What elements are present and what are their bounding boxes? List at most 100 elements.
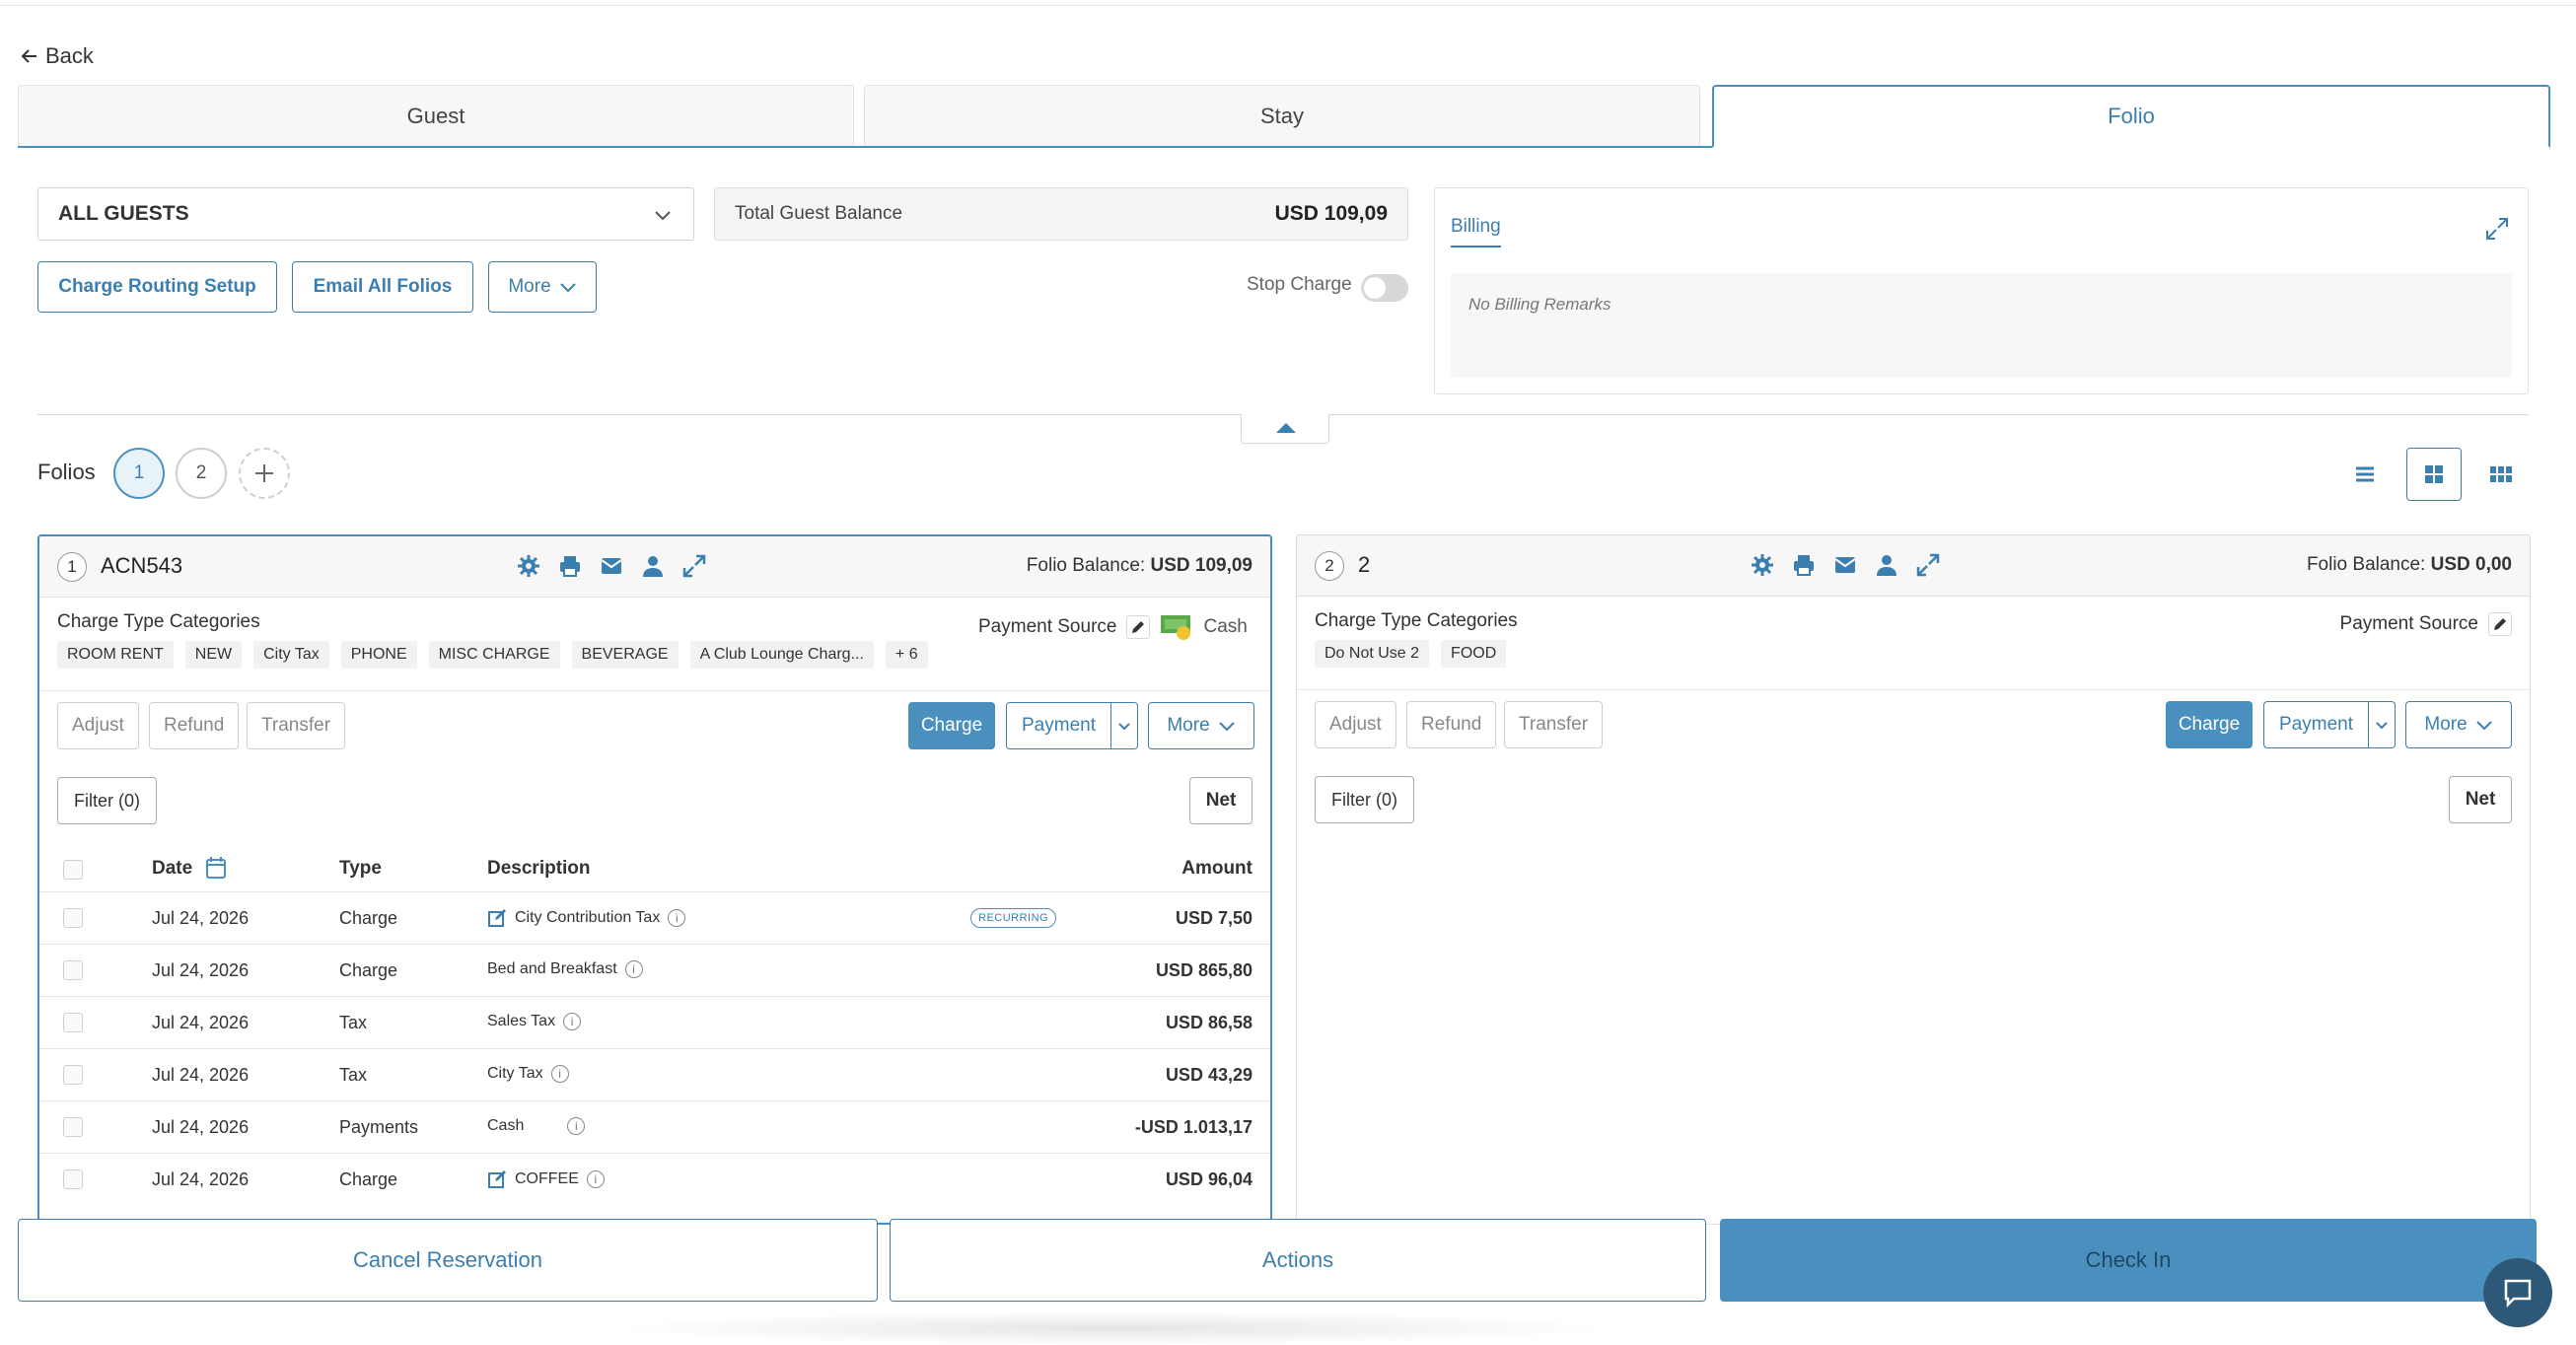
- edit-icon[interactable]: [487, 1169, 507, 1189]
- folio-more-button[interactable]: More: [1148, 702, 1254, 749]
- payment-dropdown-button[interactable]: [1111, 703, 1137, 748]
- info-icon[interactable]: i: [624, 960, 643, 978]
- stop-charge-toggle[interactable]: [1361, 274, 1408, 302]
- info-icon[interactable]: i: [563, 1013, 582, 1030]
- chip[interactable]: ROOM RENT: [57, 641, 174, 669]
- payment-dropdown-button[interactable]: [2369, 702, 2395, 747]
- check-in-button[interactable]: Check In: [1720, 1219, 2537, 1302]
- folios-label: Folios: [37, 460, 96, 484]
- row-description: Cash i: [487, 1117, 586, 1135]
- collapse-toggle[interactable]: [1241, 414, 1329, 444]
- table-row[interactable]: Jul 24, 2026 Charge City Contribution Ta…: [39, 891, 1270, 944]
- column-date[interactable]: Date: [152, 858, 192, 880]
- column-type: Type: [339, 858, 382, 879]
- chip-more[interactable]: + 6: [885, 641, 928, 669]
- charge-button[interactable]: Charge: [908, 702, 995, 749]
- expand-icon[interactable]: [2484, 216, 2510, 242]
- expand-icon[interactable]: [682, 554, 706, 578]
- chip[interactable]: BEVERAGE: [571, 641, 679, 669]
- row-checkbox[interactable]: [63, 908, 83, 928]
- adjust-button[interactable]: Adjust: [57, 702, 139, 749]
- filter-button[interactable]: Filter (0): [1315, 776, 1414, 823]
- net-toggle-button[interactable]: Net: [1189, 777, 1252, 824]
- row-checkbox[interactable]: [63, 1065, 83, 1085]
- table-row[interactable]: Jul 24, 2026 Tax City Tax i USD 43,29: [39, 1048, 1270, 1100]
- grid-2-view-button[interactable]: [2406, 448, 2462, 501]
- row-checkbox[interactable]: [63, 1013, 83, 1032]
- grid-3-view-button[interactable]: [2473, 448, 2529, 501]
- chip[interactable]: PHONE: [340, 641, 417, 669]
- table-row[interactable]: Jul 24, 2026 Charge COFFEE i USD 96,04: [39, 1153, 1270, 1205]
- back-button[interactable]: Back: [20, 43, 94, 69]
- folio-balance: Folio Balance: USD 0,00: [2307, 554, 2512, 576]
- row-amount: USD 86,58: [1165, 1013, 1252, 1032]
- chip[interactable]: FOOD: [1441, 640, 1507, 668]
- row-type: Tax: [339, 1065, 368, 1085]
- chip[interactable]: City Tax: [253, 641, 329, 669]
- charge-button[interactable]: Charge: [2166, 701, 2253, 748]
- folio-card-2: 2 2 Folio Balance: USD 0,00 Charge Type …: [1296, 534, 2531, 1225]
- chat-icon: [2504, 1279, 2532, 1309]
- folio-more-button[interactable]: More: [2405, 701, 2512, 748]
- info-icon[interactable]: i: [586, 1170, 605, 1188]
- transfer-button[interactable]: Transfer: [247, 702, 346, 749]
- tab-stay[interactable]: Stay: [864, 85, 1700, 146]
- charge-type-chips: ROOM RENT NEW City Tax PHONE MISC CHARGE…: [57, 641, 928, 669]
- adjust-button[interactable]: Adjust: [1315, 701, 1396, 748]
- more-actions-button[interactable]: More: [488, 261, 597, 313]
- chat-button[interactable]: [2483, 1258, 2552, 1327]
- print-icon[interactable]: [1792, 553, 1816, 577]
- list-view-button[interactable]: [2337, 448, 2393, 501]
- expand-icon[interactable]: [1916, 553, 1940, 577]
- print-icon[interactable]: [558, 554, 582, 578]
- charge-type-chips: Do Not Use 2 FOOD: [1315, 640, 1507, 668]
- chip[interactable]: Do Not Use 2: [1315, 640, 1430, 668]
- info-icon[interactable]: i: [668, 909, 686, 927]
- payment-source: Payment Source Cash: [978, 613, 1248, 641]
- email-all-folios-button[interactable]: Email All Folios: [292, 261, 473, 313]
- info-icon[interactable]: i: [567, 1117, 586, 1135]
- select-all-checkbox[interactable]: [63, 860, 83, 880]
- column-description: Description: [487, 858, 591, 879]
- add-folio-button[interactable]: [239, 448, 290, 499]
- net-toggle-button[interactable]: Net: [2449, 776, 2512, 823]
- email-icon[interactable]: [1833, 553, 1857, 577]
- cancel-reservation-button[interactable]: Cancel Reservation: [18, 1219, 878, 1302]
- tab-guest[interactable]: Guest: [18, 85, 854, 146]
- chip[interactable]: MISC CHARGE: [428, 641, 560, 669]
- row-checkbox[interactable]: [63, 1117, 83, 1137]
- billing-tab[interactable]: Billing: [1451, 216, 1501, 248]
- edit-payment-source-button[interactable]: [2488, 612, 2512, 636]
- payment-button[interactable]: Payment: [1007, 703, 1111, 748]
- chip[interactable]: NEW: [184, 641, 243, 669]
- info-icon[interactable]: i: [550, 1065, 569, 1083]
- more-label: More: [2424, 714, 2468, 735]
- gear-icon[interactable]: [517, 554, 540, 578]
- tab-folio[interactable]: Folio: [1712, 85, 2550, 148]
- folio-selector-1[interactable]: 1: [113, 448, 165, 499]
- user-icon[interactable]: [641, 554, 665, 578]
- chip[interactable]: A Club Lounge Charg...: [689, 641, 874, 669]
- folio-selector-2[interactable]: 2: [176, 448, 227, 499]
- guest-select[interactable]: ALL GUESTS: [37, 187, 694, 241]
- row-checkbox[interactable]: [63, 960, 83, 980]
- refund-button[interactable]: Refund: [149, 702, 240, 749]
- folio-header: 2 2 Folio Balance: USD 0,00: [1297, 535, 2530, 597]
- email-icon[interactable]: [600, 554, 623, 578]
- charge-routing-setup-button[interactable]: Charge Routing Setup: [37, 261, 277, 313]
- edit-icon[interactable]: [487, 908, 507, 928]
- actions-button[interactable]: Actions: [890, 1219, 1706, 1302]
- payment-button[interactable]: Payment: [2264, 702, 2369, 747]
- user-icon[interactable]: [1875, 553, 1898, 577]
- calendar-icon[interactable]: [205, 856, 227, 880]
- table-row[interactable]: Jul 24, 2026 Tax Sales Tax i USD 86,58: [39, 996, 1270, 1048]
- edit-payment-source-button[interactable]: [1126, 615, 1151, 639]
- gear-icon[interactable]: [1751, 553, 1774, 577]
- folio-name: ACN543: [101, 553, 183, 578]
- table-row[interactable]: Jul 24, 2026 Payments Cash i -USD 1.013,…: [39, 1100, 1270, 1153]
- table-row[interactable]: Jul 24, 2026 Charge Bed and Breakfast i …: [39, 944, 1270, 996]
- row-checkbox[interactable]: [63, 1169, 83, 1189]
- filter-button[interactable]: Filter (0): [57, 777, 157, 824]
- transfer-button[interactable]: Transfer: [1504, 701, 1604, 748]
- refund-button[interactable]: Refund: [1406, 701, 1497, 748]
